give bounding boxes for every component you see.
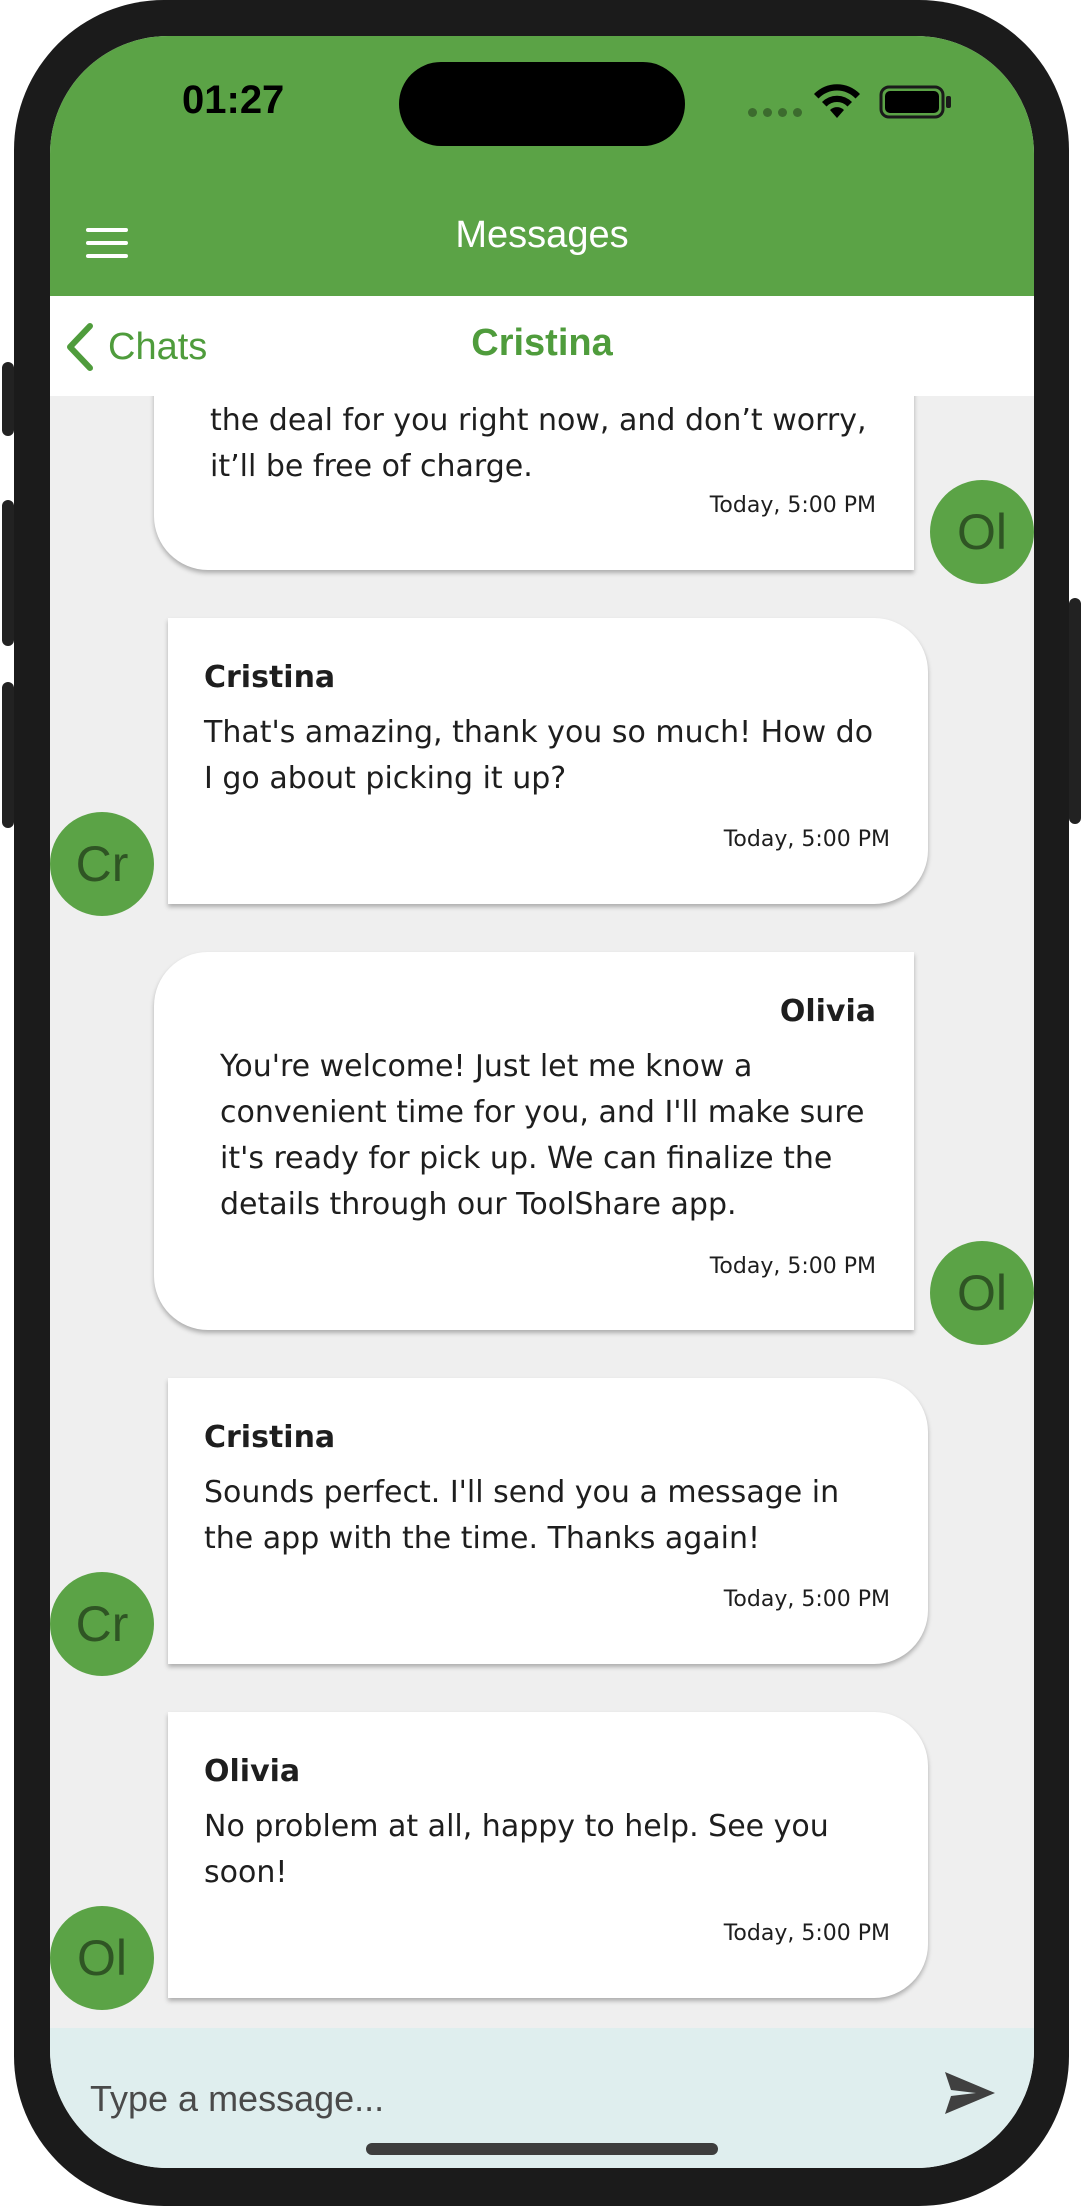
avatar[interactable]: Ol bbox=[930, 1241, 1034, 1345]
message-bubble: the deal for you right now, and don’t wo… bbox=[154, 396, 914, 570]
avatar[interactable]: Cr bbox=[50, 812, 154, 916]
avatar[interactable]: Ol bbox=[50, 1906, 154, 2010]
side-button-volume-down bbox=[2, 682, 14, 828]
message-text-line: You're welcome! Just let me know a bbox=[220, 1049, 753, 1084]
message-sender: Olivia bbox=[204, 1754, 301, 1789]
chat-header: Chats Cristina bbox=[50, 296, 1034, 396]
message-text-line: it’ll be free of charge. bbox=[210, 449, 533, 484]
message-list[interactable]: the deal for you right now, and don’t wo… bbox=[50, 396, 1034, 2028]
app-bar: Messages bbox=[50, 186, 1034, 296]
message-text-line: it's ready for pick up. We can finalize … bbox=[220, 1141, 833, 1176]
message-bubble: Olivia You're welcome! Just let me know … bbox=[154, 952, 914, 1330]
message-text-line: convenient time for you, and I'll make s… bbox=[220, 1095, 865, 1130]
message-text-line: That's amazing, thank you so much! How d… bbox=[204, 715, 874, 750]
message-sender: Olivia bbox=[779, 994, 876, 1029]
message-input[interactable] bbox=[88, 2068, 912, 2130]
message-text-line: No problem at all, happy to help. See yo… bbox=[204, 1809, 829, 1844]
cellular-signal-icon bbox=[748, 108, 802, 117]
side-button-volume-up bbox=[2, 500, 14, 646]
message-timestamp: Today, 5:00 PM bbox=[709, 1254, 876, 1279]
message-bubble: Cristina Sounds perfect. I'll send you a… bbox=[168, 1378, 928, 1664]
message-text: That's amazing, thank you so much! How d… bbox=[168, 710, 913, 802]
message-text: No problem at all, happy to help. See yo… bbox=[168, 1804, 869, 1896]
message-text-line: soon! bbox=[204, 1855, 288, 1890]
side-button-silent bbox=[2, 362, 14, 436]
message-text: Sounds perfect. I'll send you a message … bbox=[168, 1470, 879, 1562]
message-text-line: Sounds perfect. I'll send you a message … bbox=[204, 1475, 840, 1510]
conversation-title: Cristina bbox=[471, 322, 613, 364]
send-icon[interactable] bbox=[942, 2068, 998, 2118]
avatar[interactable]: Ol bbox=[930, 480, 1034, 584]
message-text-line: the app with the time. Thanks again! bbox=[204, 1521, 761, 1556]
status-bar: 01:27 bbox=[50, 36, 1034, 186]
message-timestamp: Today, 5:00 PM bbox=[723, 827, 890, 852]
message-sender: Cristina bbox=[204, 660, 336, 695]
phone-screen: 01:27 Messages Chats Cristina the deal f… bbox=[50, 36, 1034, 2168]
status-time: 01:27 bbox=[182, 78, 285, 122]
message-timestamp: Today, 5:00 PM bbox=[723, 1587, 890, 1612]
message-timestamp: Today, 5:00 PM bbox=[709, 493, 876, 518]
message-text-line: I go about picking it up? bbox=[204, 761, 567, 796]
battery-icon bbox=[879, 85, 951, 119]
message-text: the deal for you right now, and don’t wo… bbox=[154, 398, 907, 490]
message-text-line: the deal for you right now, and don’t wo… bbox=[210, 403, 867, 438]
message-text-line: details through our ToolShare app. bbox=[220, 1187, 737, 1222]
message-bubble: Cristina That's amazing, thank you so mu… bbox=[168, 618, 928, 904]
message-sender: Cristina bbox=[204, 1420, 336, 1455]
message-timestamp: Today, 5:00 PM bbox=[723, 1921, 890, 1946]
message-text: You're welcome! Just let me know a conve… bbox=[154, 1044, 904, 1228]
dynamic-island bbox=[399, 62, 685, 146]
side-button-power bbox=[1069, 598, 1081, 824]
avatar[interactable]: Cr bbox=[50, 1572, 154, 1676]
wifi-icon bbox=[814, 84, 860, 118]
message-bubble: Olivia No problem at all, happy to help.… bbox=[168, 1712, 928, 1998]
app-title: Messages bbox=[455, 214, 629, 256]
home-indicator[interactable] bbox=[366, 2143, 718, 2155]
